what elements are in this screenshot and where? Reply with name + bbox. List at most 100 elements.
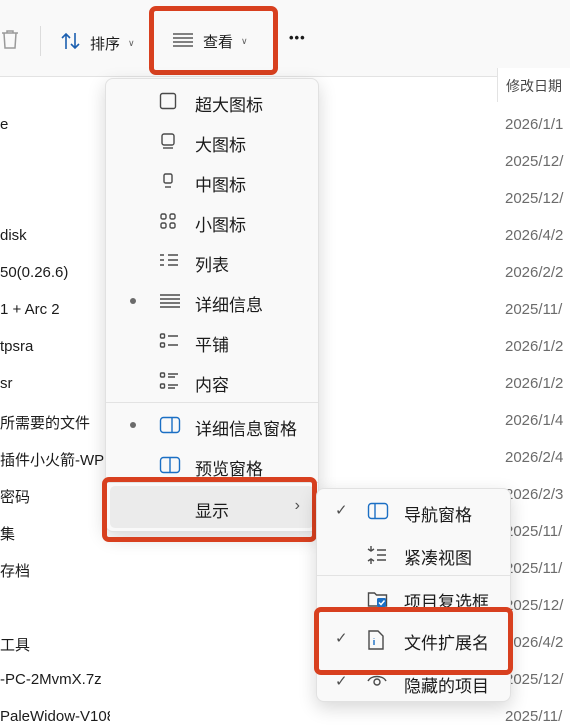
checkmark-icon: ✓ — [335, 502, 348, 519]
file-name[interactable]: 插件小火箭-WP R — [0, 449, 110, 470]
file-date-modified: 2026/1/2 — [505, 338, 564, 355]
file-date-modified: 2026/1/4 — [505, 412, 564, 429]
show-submenu-item-label: 紧凑视图 — [404, 549, 472, 568]
view-menu-item-label: 超大图标 — [195, 96, 263, 115]
file-name[interactable]: 存档 — [0, 560, 110, 581]
view-label: 查看 — [203, 34, 234, 51]
tiles-icon — [159, 332, 179, 355]
show-submenu-item-label: 导航窗格 — [404, 506, 472, 525]
view-menu-item[interactable]: 详细信息 — [106, 281, 318, 321]
view-menu-item-label: 内容 — [195, 376, 229, 395]
view-menu-item-label: 小图标 — [195, 216, 246, 235]
trash-icon — [0, 28, 20, 54]
column-header-date-modified[interactable]: 修改日期 — [497, 68, 570, 102]
file-name[interactable]: sr — [0, 375, 110, 392]
more-options-button[interactable]: ••• — [289, 30, 306, 45]
checkmark-icon: ✓ — [335, 630, 348, 647]
show-menu-item[interactable]: 显示 › — [110, 486, 314, 528]
view-menu-item[interactable]: 预览窗格 — [106, 445, 318, 485]
file-date-modified: 2026/1/1 — [505, 116, 564, 133]
file-name[interactable]: 集 — [0, 523, 110, 544]
hidden-items-icon — [367, 673, 387, 692]
view-menu: 超大图标大图标中图标小图标列表详细信息平铺内容详细信息窗格 预览窗格 显示 › — [105, 78, 319, 532]
file-date-modified: 2025/12/ — [505, 190, 564, 207]
column-header-label: 修改日期 — [506, 78, 562, 94]
file-name[interactable]: 工具 — [0, 634, 110, 655]
file-date-modified: 2026/2/2 — [505, 264, 564, 281]
view-menu-item[interactable]: 中图标 — [106, 161, 318, 201]
command-bar: 排序 ∨ 查看 ∨ ••• — [0, 0, 570, 77]
view-menu-item-label: 大图标 — [195, 136, 246, 155]
list-icon — [159, 252, 179, 275]
navigation-pane-icon — [367, 502, 389, 525]
view-menu-item[interactable]: 平铺 — [106, 321, 318, 361]
file-date-modified: 2025/12/ — [505, 153, 564, 170]
view-menu-item-label: 平铺 — [195, 336, 229, 355]
show-submenu-item[interactable]: 紧凑视图 — [317, 534, 510, 574]
content-icon — [159, 372, 179, 395]
view-menu-item-label: 列表 — [195, 256, 229, 275]
sort-label: 排序 — [90, 35, 121, 53]
file-name[interactable]: 50(0.26.6) — [0, 264, 110, 281]
view-menu-item[interactable]: 超大图标 — [106, 81, 318, 121]
small-icons-icon — [159, 212, 177, 235]
view-button[interactable]: 查看 ∨ — [172, 31, 248, 52]
file-name[interactable]: PaleWidow-V108_2.7z — [0, 708, 110, 725]
chevron-down-icon: ∨ — [241, 36, 248, 46]
show-submenu-item-label: 项目复选框 — [404, 593, 489, 612]
sort-button[interactable]: 排序 ∨ — [60, 31, 135, 55]
file-date-modified: 2025/12/ — [505, 597, 564, 614]
view-menu-item-label: 详细信息 — [195, 296, 263, 315]
file-date-modified: 2025/11/ — [505, 523, 563, 540]
checkmark-icon: ✓ — [335, 673, 348, 690]
show-submenu-item[interactable]: 项目复选框 — [317, 578, 510, 618]
file-date-modified: 2026/2/3 — [505, 486, 564, 503]
file-extension-icon — [367, 630, 385, 655]
large-icons-icon — [159, 132, 177, 155]
show-submenu-item[interactable]: ✓ 导航窗格 — [317, 491, 510, 531]
delete-button[interactable] — [0, 28, 20, 54]
file-date-modified: 2025/11/ — [505, 708, 563, 725]
chevron-right-icon: › — [294, 497, 300, 514]
menu-divider — [106, 402, 318, 403]
selected-bullet-icon — [130, 422, 136, 428]
view-menu-item-label: 中图标 — [195, 176, 246, 195]
view-menu-item[interactable]: 内容 — [106, 361, 318, 401]
file-date-modified: 2026/4/2 — [505, 227, 564, 244]
file-name[interactable]: 密码 — [0, 486, 110, 507]
show-submenu-item[interactable]: ✓ 隐藏的项目 — [317, 662, 510, 702]
extra-large-icons-icon — [159, 92, 177, 115]
file-date-modified: 2025/11/ — [505, 301, 563, 318]
view-menu-item[interactable]: 详细信息窗格 — [106, 405, 318, 445]
view-menu-item[interactable]: 大图标 — [106, 121, 318, 161]
selected-bullet-icon — [130, 298, 136, 304]
file-date-modified: 2025/12/ — [505, 671, 564, 688]
file-date-modified: 2026/4/2 — [505, 634, 564, 651]
view-menu-item[interactable]: 列表 — [106, 241, 318, 281]
sort-icon — [60, 31, 82, 55]
file-name[interactable]: e — [0, 116, 110, 133]
details-icon — [159, 292, 181, 315]
show-menu-label: 显示 — [195, 502, 229, 521]
file-name[interactable]: 所需要的文件 — [0, 412, 110, 433]
compact-view-icon — [367, 545, 387, 570]
medium-icons-icon — [159, 172, 177, 195]
file-date-modified: 2026/1/2 — [505, 375, 564, 392]
file-name[interactable]: disk — [0, 227, 110, 244]
file-name[interactable]: -PC-2MvmX.7z — [0, 671, 110, 688]
file-date-modified: 2025/11/ — [505, 560, 563, 577]
menu-divider — [317, 575, 510, 576]
view-menu-item[interactable]: 小图标 — [106, 201, 318, 241]
view-menu-item-label: 详细信息窗格 — [195, 420, 297, 439]
item-checkboxes-icon — [367, 589, 389, 614]
show-submenu-item[interactable]: ✓ 文件扩展名 — [317, 619, 510, 659]
file-date-modified: 2026/2/4 — [505, 449, 564, 466]
preview-pane-icon — [159, 456, 181, 479]
show-submenu-item-label: 文件扩展名 — [404, 634, 489, 653]
view-menu-item-label: 预览窗格 — [195, 460, 263, 479]
details-pane-icon — [159, 416, 181, 439]
file-name[interactable]: tpsra — [0, 338, 110, 355]
file-name[interactable]: 1 + Arc 2 — [0, 301, 110, 318]
chevron-down-icon: ∨ — [128, 37, 135, 48]
menu-divider — [106, 482, 318, 483]
